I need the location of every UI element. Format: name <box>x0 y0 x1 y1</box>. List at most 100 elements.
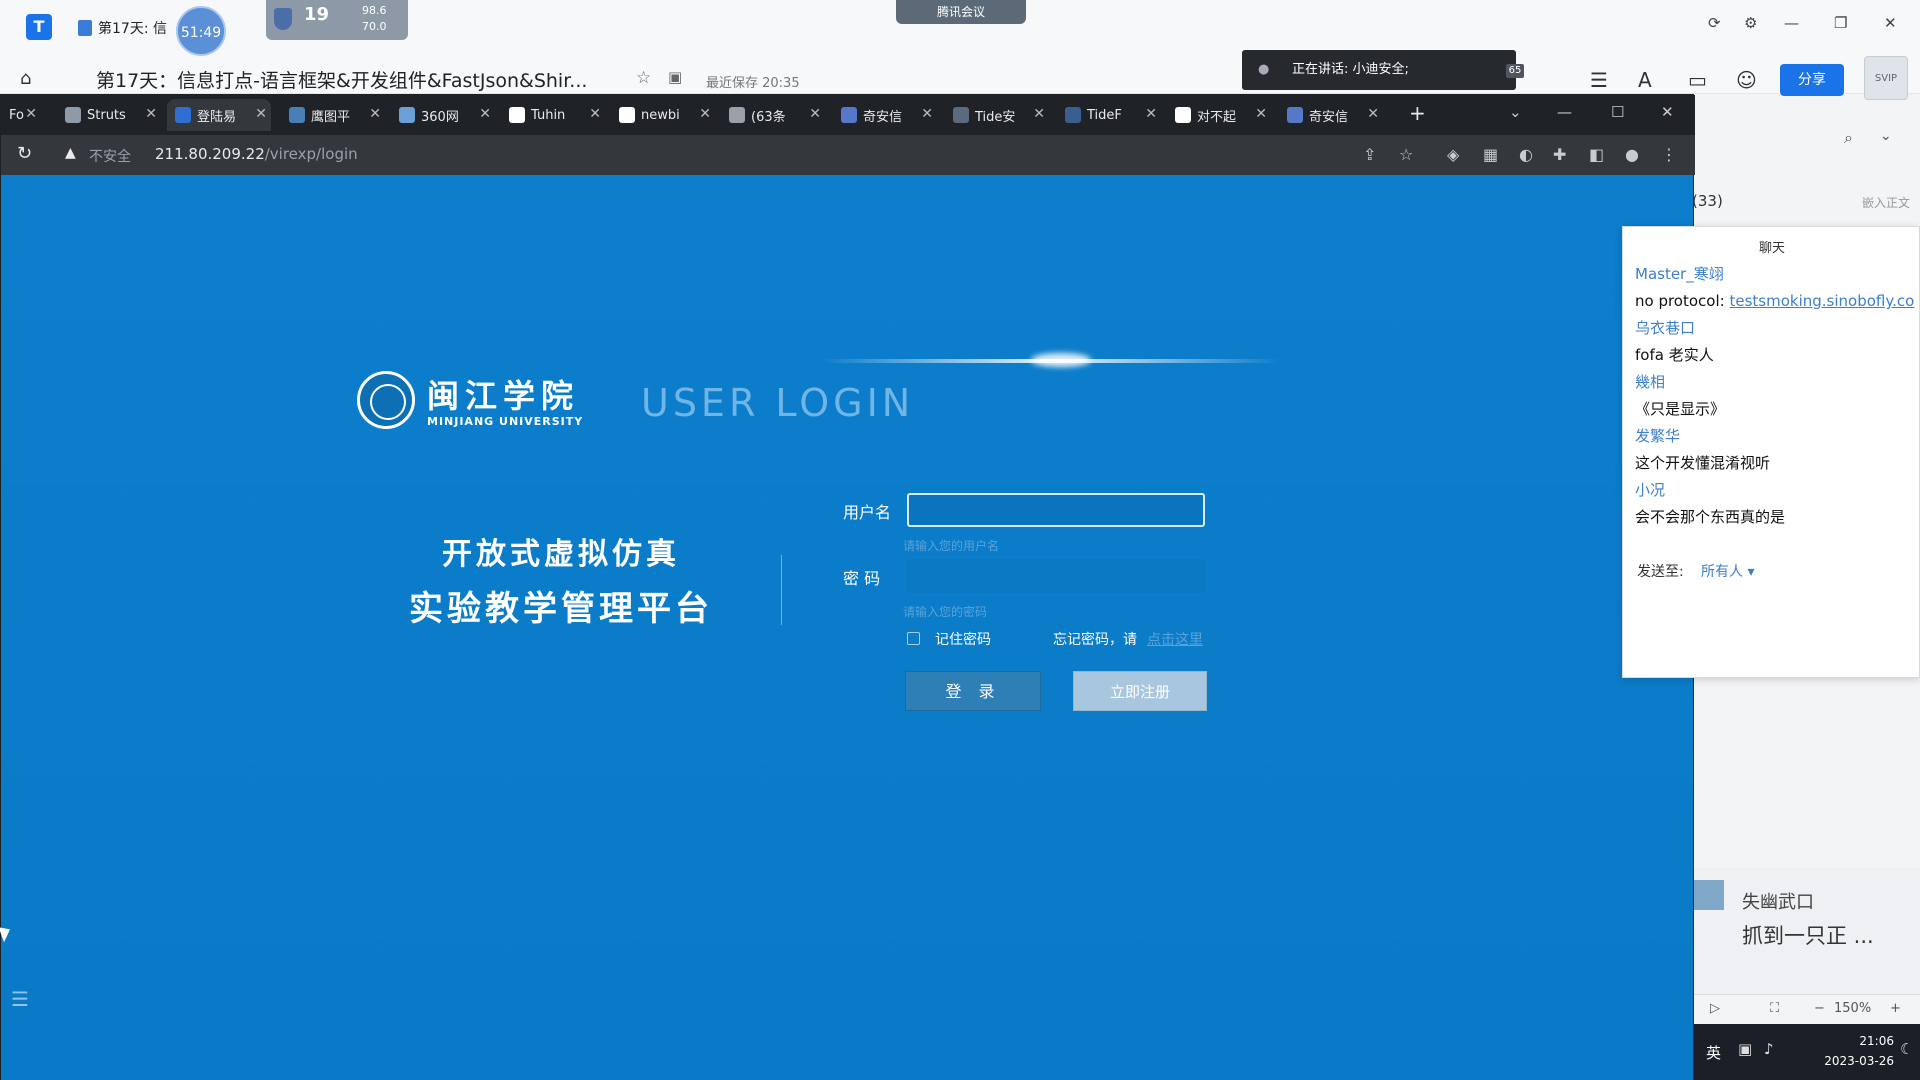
folder-icon[interactable]: ▣ <box>668 68 682 86</box>
password-input[interactable] <box>907 559 1205 593</box>
tab-close-icon[interactable]: ✕ <box>1255 106 1267 122</box>
password-label: 密 码 <box>843 569 881 588</box>
tab-search-icon[interactable]: ⌄ <box>1509 103 1522 121</box>
chat-message-text: 《只是显示》 <box>1635 400 1726 418</box>
doc-tab[interactable]: 第17天: 信 <box>78 16 268 40</box>
zoom-out-icon[interactable]: − <box>1814 1001 1825 1016</box>
close-icon[interactable]: ✕ <box>1884 14 1897 32</box>
browser-maximize-icon[interactable]: ☐ <box>1611 103 1624 121</box>
chat-link[interactable]: testsmoking.sinobofly.co <box>1729 292 1914 310</box>
menu-icon-left[interactable]: ☰ <box>11 987 39 1015</box>
tab-close-icon[interactable]: ✕ <box>255 106 267 122</box>
user-add-icon[interactable]: ☺ <box>1736 68 1757 92</box>
browser-tab[interactable]: 奇安信 ✕ <box>1279 99 1383 131</box>
chat-title: 聊天 <box>1758 241 1785 256</box>
browser-minimize-icon[interactable]: — <box>1557 103 1572 121</box>
share-page-icon[interactable]: ⇪ <box>1363 145 1376 164</box>
refresh-icon[interactable]: ⟳ <box>1708 14 1721 32</box>
tab-close-icon[interactable]: ✕ <box>479 106 491 122</box>
login-button[interactable]: 登 录 <box>905 671 1041 711</box>
tab-label: Struts <box>87 107 126 123</box>
address-bar[interactable]: 211.80.209.22/virexp/login <box>155 145 358 163</box>
browser-tab[interactable]: Struts ✕ <box>57 99 161 131</box>
tab-close-icon[interactable]: ✕ <box>589 106 601 122</box>
tab-label: Tuhin <box>531 107 566 123</box>
send-to-select[interactable]: 所有人 ▾ <box>1701 561 1754 581</box>
more-menu-icon[interactable]: ⋮ <box>1661 145 1677 164</box>
tab-close-icon[interactable]: ✕ <box>1033 106 1045 122</box>
remember-checkbox[interactable] <box>907 632 920 645</box>
network-icon[interactable]: ▣ <box>1738 1040 1752 1058</box>
register-button[interactable]: 立即注册 <box>1073 671 1207 711</box>
chat-message: 《只是显示》 <box>1635 396 1920 423</box>
app-logo[interactable]: T <box>26 14 52 40</box>
share-button[interactable]: 分享 <box>1780 64 1844 96</box>
home-icon[interactable]: ⌂ <box>20 68 31 89</box>
password-hint: 请输入您的密码 <box>903 605 988 619</box>
comment-count: (33) <box>1692 192 1723 210</box>
browser-tab[interactable]: 鹰图平 ✕ <box>281 99 385 131</box>
tab-close-icon[interactable]: ✕ <box>1145 106 1157 122</box>
chevron-down-icon[interactable]: ⌄ <box>1880 128 1892 144</box>
browser-tab[interactable]: Tide安 ✕ <box>945 99 1049 131</box>
browser-tab[interactable]: 360网 ✕ <box>391 99 495 131</box>
username-input[interactable] <box>907 493 1205 527</box>
browser-close-icon[interactable]: ✕ <box>1661 103 1674 121</box>
zoom-in-icon[interactable]: + <box>1890 1001 1901 1016</box>
tab-close-icon[interactable]: ✕ <box>809 106 821 122</box>
star-icon[interactable]: ☆ <box>636 68 651 88</box>
chat-sender: Master_寒翊 <box>1635 265 1724 283</box>
video-thumbnail[interactable] <box>1694 880 1724 910</box>
tab-label: 360网 <box>421 109 459 125</box>
browser-tab[interactable]: 奇安信 ✕ <box>833 99 937 131</box>
reload-icon[interactable]: ↻ <box>17 143 32 164</box>
minimize-icon[interactable]: — <box>1784 14 1799 32</box>
notification-icon[interactable]: ☾ <box>1900 1040 1913 1058</box>
browser-tab[interactable]: TideF ✕ <box>1057 99 1161 131</box>
save-status: 最近保存 20:35 <box>706 76 800 91</box>
warning-icon[interactable]: ▲ <box>65 145 76 161</box>
avatar[interactable]: SVIP <box>1864 56 1908 100</box>
tab-close-icon[interactable]: ✕ <box>699 106 711 122</box>
settings-icon[interactable]: ⚙ <box>1744 14 1757 32</box>
tab-close-icon[interactable]: ✕ <box>145 106 157 122</box>
search-icon[interactable]: ⌕ <box>1844 128 1853 148</box>
fullscreen-icon[interactable]: ⛶ <box>1770 1001 1779 1016</box>
embed-label[interactable]: 嵌入正文 <box>1862 194 1910 211</box>
side-panel-icon[interactable]: ◧ <box>1589 145 1604 164</box>
browser-toolbar: ↻ ▲ 不安全 211.80.209.22/virexp/login ⇪ ☆ ◈… <box>1 135 1695 175</box>
count-badge: 65 <box>1506 64 1524 78</box>
tab-close-icon[interactable]: ✕ <box>921 106 933 122</box>
insecure-label[interactable]: 不安全 <box>89 146 131 166</box>
remember-label[interactable]: 记住密码 <box>935 629 991 649</box>
new-tab-button[interactable]: + <box>1409 101 1426 125</box>
restore-icon[interactable]: ❐ <box>1834 14 1847 32</box>
tab-close-icon[interactable]: ✕ <box>1367 106 1379 122</box>
extension-icon-1[interactable]: ◈ <box>1447 145 1459 164</box>
present-icon[interactable]: ▭ <box>1688 68 1707 92</box>
forgot-link[interactable]: 点击这里 <box>1147 629 1203 649</box>
stat-value-2: 70.0 <box>362 20 387 33</box>
extension-icon-3[interactable]: ◐ <box>1519 145 1533 164</box>
volume-icon[interactable]: ♪ <box>1764 1040 1774 1058</box>
menu-icon[interactable]: ☰ <box>1590 68 1608 92</box>
puzzle-icon[interactable]: ✚ <box>1553 145 1566 164</box>
browser-tab[interactable]: 登陆易 ✕ <box>167 99 271 131</box>
tab-close-icon[interactable]: ✕ <box>25 106 37 122</box>
bookmark-star-icon[interactable]: ☆ <box>1399 145 1413 164</box>
play-icon[interactable]: ▷ <box>1710 1001 1720 1016</box>
tab-close-icon[interactable]: ✕ <box>369 106 381 122</box>
weather-temp: 19 <box>304 4 330 25</box>
doc-titlebar: ⌂ 第17天：信息打点-语言框架&开发组件&FastJson&Shir... ☆… <box>0 56 1920 94</box>
extension-icon-2[interactable]: ▦ <box>1483 145 1498 164</box>
browser-tab[interactable]: 对不起 ✕ <box>1167 99 1271 131</box>
ime-indicator[interactable]: 英 <box>1706 1042 1721 1063</box>
browser-tab[interactable]: Tuhin ✕ <box>501 99 605 131</box>
browser-tab[interactable]: (63条 ✕ <box>721 99 825 131</box>
browser-tab[interactable]: Fo ✕ <box>1 99 41 131</box>
browser-tab[interactable]: newbi ✕ <box>611 99 715 131</box>
profile-icon[interactable]: ● <box>1625 145 1639 164</box>
font-size-icon[interactable]: A <box>1638 68 1652 92</box>
meeting-indicator[interactable]: 腾讯会议 <box>896 0 1026 24</box>
mouse-cursor <box>0 923 14 943</box>
